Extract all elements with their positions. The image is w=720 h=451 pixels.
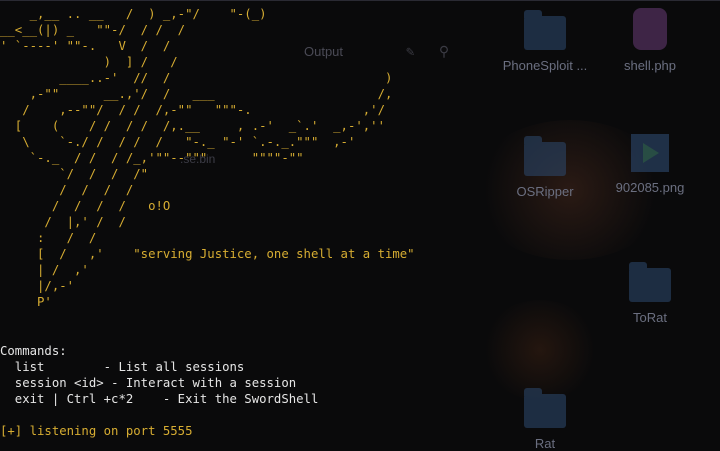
- command-description: - Interact with a session: [111, 376, 297, 390]
- terminal-window[interactable]: _,__ .. __ / ) _,-"/ "-(_) __<__(|) _ ""…: [0, 0, 720, 443]
- command-name: session <id>: [0, 376, 112, 390]
- terminal-top-border: [0, 0, 720, 1]
- command-description: - Exit the SwordShell: [162, 392, 319, 406]
- command-row-exit: exit | Ctrl +c*2 - Exit the SwordShell: [0, 391, 319, 407]
- command-description: - List all sessions: [103, 360, 245, 374]
- listener-status-line: [+] listening on port 5555: [0, 424, 193, 438]
- command-name: exit | Ctrl +c*2: [0, 392, 163, 406]
- command-row-list: list - List all sessions: [0, 359, 318, 375]
- command-name: list: [0, 360, 104, 374]
- commands-help: Commands: list - List all sessions sessi…: [0, 343, 318, 407]
- command-row-session: session <id> - Interact with a session: [0, 375, 318, 391]
- commands-header: Commands:: [0, 344, 67, 358]
- ascii-banner-art: _,__ .. __ / ) _,-"/ "-(_) __<__(|) _ ""…: [0, 7, 415, 309]
